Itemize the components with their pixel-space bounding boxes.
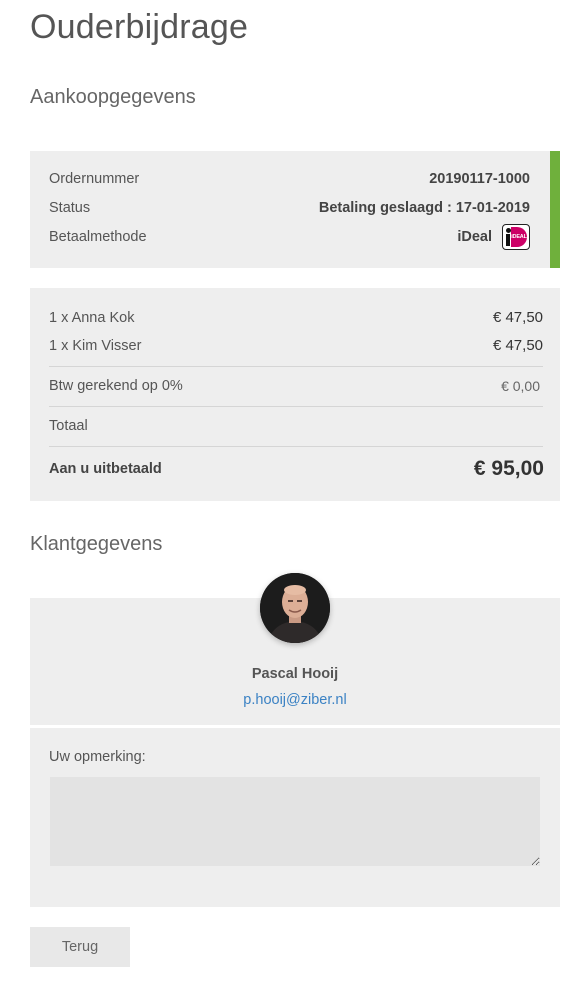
paid-amount: € 95,00 [473, 457, 544, 480]
back-button[interactable]: Terug [30, 927, 130, 967]
paid-row: Aan u uitbetaald € 95,00 [49, 457, 544, 481]
divider [49, 406, 543, 407]
line-item-amount: € 47,50 [492, 337, 543, 354]
total-label: Totaal [49, 418, 88, 434]
total-row: Totaal [49, 418, 540, 434]
payment-method-value: iDeal [457, 229, 492, 245]
line-item-label: 1 x Anna Kok [49, 309, 135, 326]
order-details-card: Ordernummer 20190117-1000 Status Betalin… [30, 151, 560, 268]
vat-row: Btw gerekend op 0% € 0,00 [49, 378, 540, 394]
customer-email-link[interactable]: p.hooij@ziber.nl [30, 692, 560, 708]
payment-method-row: Betaalmethode iDeal iDEAL [49, 224, 530, 250]
line-item-label: 1 x Kim Visser [49, 337, 142, 354]
remark-card: Uw opmerking: [30, 728, 560, 907]
purchase-section-title: Aankoopgegevens [30, 86, 196, 108]
paid-label: Aan u uitbetaald [49, 461, 162, 477]
line-item-amount: € 47,50 [492, 309, 543, 326]
status-value: Betaling geslaagd : 17-01-2019 [318, 200, 530, 216]
remark-textarea[interactable] [50, 777, 540, 866]
customer-name: Pascal Hooij [251, 666, 339, 682]
order-number-value: 20190117-1000 [429, 171, 530, 187]
status-row: Status Betaling geslaagd : 17-01-2019 [49, 200, 530, 216]
order-number-label: Ordernummer [49, 171, 140, 187]
ideal-icon: iDEAL [502, 224, 530, 250]
order-number-row: Ordernummer 20190117-1000 [49, 171, 530, 187]
divider [49, 366, 543, 367]
avatar [260, 573, 330, 643]
page-title: Ouderbijdrage [30, 8, 249, 46]
customer-section-title: Klantgegevens [30, 533, 163, 555]
list-item: 1 x Kim Visser € 47,50 [49, 337, 543, 354]
payment-method-label: Betaalmethode [49, 229, 147, 245]
vat-amount: € 0,00 [501, 378, 540, 394]
status-label: Status [49, 200, 91, 216]
list-item: 1 x Anna Kok € 47,50 [49, 309, 543, 326]
remark-label: Uw opmerking: [49, 749, 146, 765]
vat-label: Btw gerekend op 0% [49, 378, 183, 394]
order-lines-card: 1 x Anna Kok € 47,50 1 x Kim Visser € 47… [30, 288, 560, 501]
divider [49, 446, 543, 447]
